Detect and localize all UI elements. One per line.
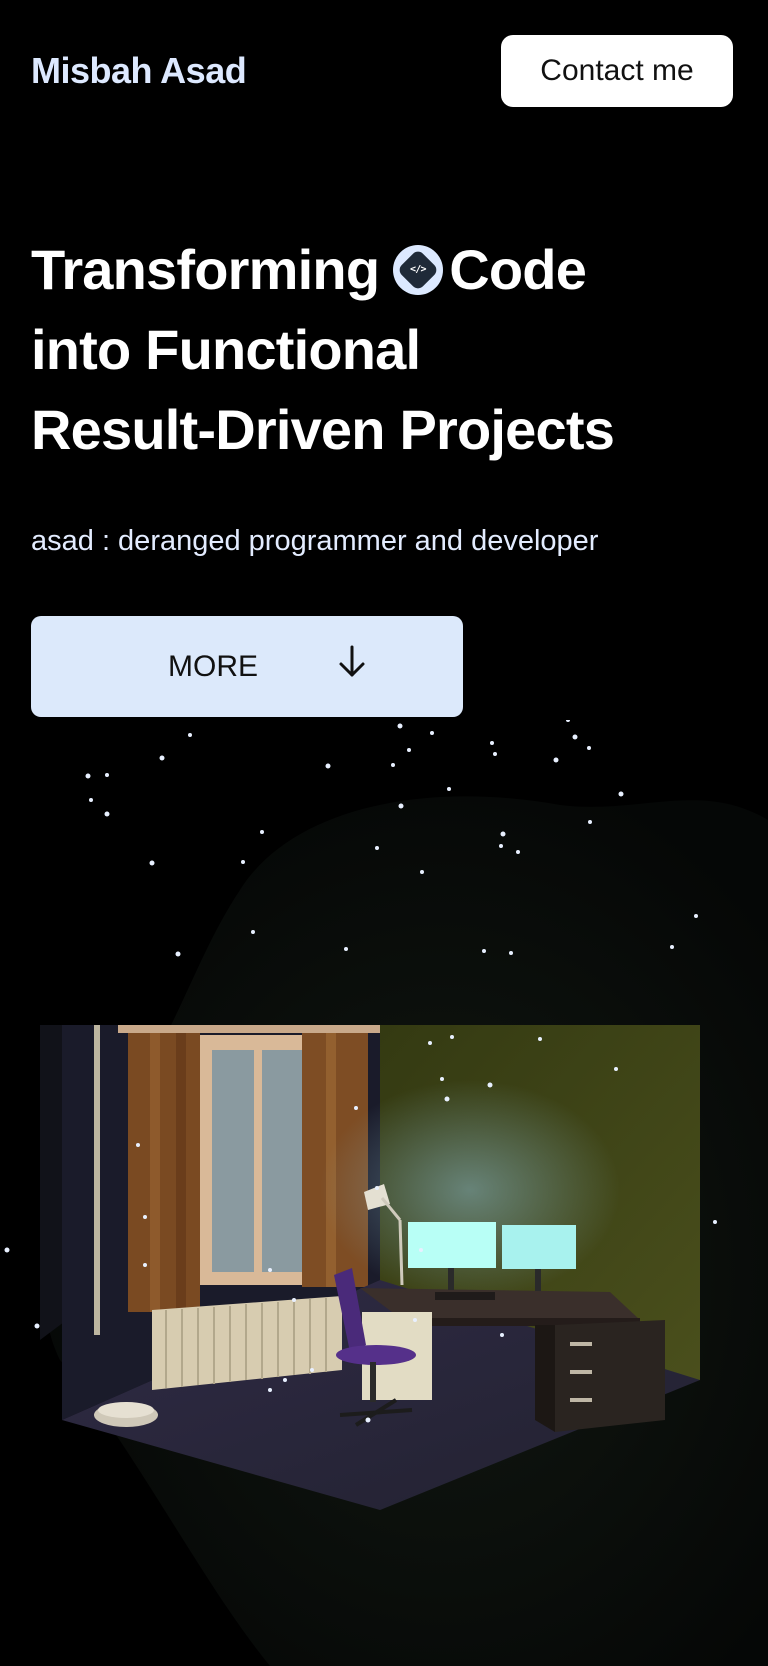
hero-word-code: Code	[449, 238, 587, 301]
hero-tagline: asad : deranged programmer and developer	[31, 525, 599, 557]
more-button[interactable]: MORE	[31, 616, 463, 717]
contact-me-button[interactable]: Contact me	[501, 35, 733, 107]
code-icon: </>	[393, 245, 444, 295]
site-header: Misbah Asad Contact me	[0, 0, 768, 150]
hero-line-1: Transforming </> Code	[31, 230, 731, 310]
hero-line-3: Result-Driven Projects	[31, 398, 615, 461]
code-badge-text: </>	[410, 263, 427, 275]
room-illustration	[4, 720, 768, 1666]
arrow-down-icon	[339, 645, 365, 677]
hero-word-transforming: Transforming	[31, 238, 380, 301]
hero-heading: Transforming </> Code into Functional Re…	[31, 230, 731, 470]
more-button-label: MORE	[168, 650, 258, 683]
curtain-left	[128, 1032, 200, 1312]
hero-line-2: into Functional	[31, 318, 421, 381]
drawer-cabinet	[535, 1320, 665, 1432]
brand-name[interactable]: Misbah Asad	[31, 50, 247, 92]
